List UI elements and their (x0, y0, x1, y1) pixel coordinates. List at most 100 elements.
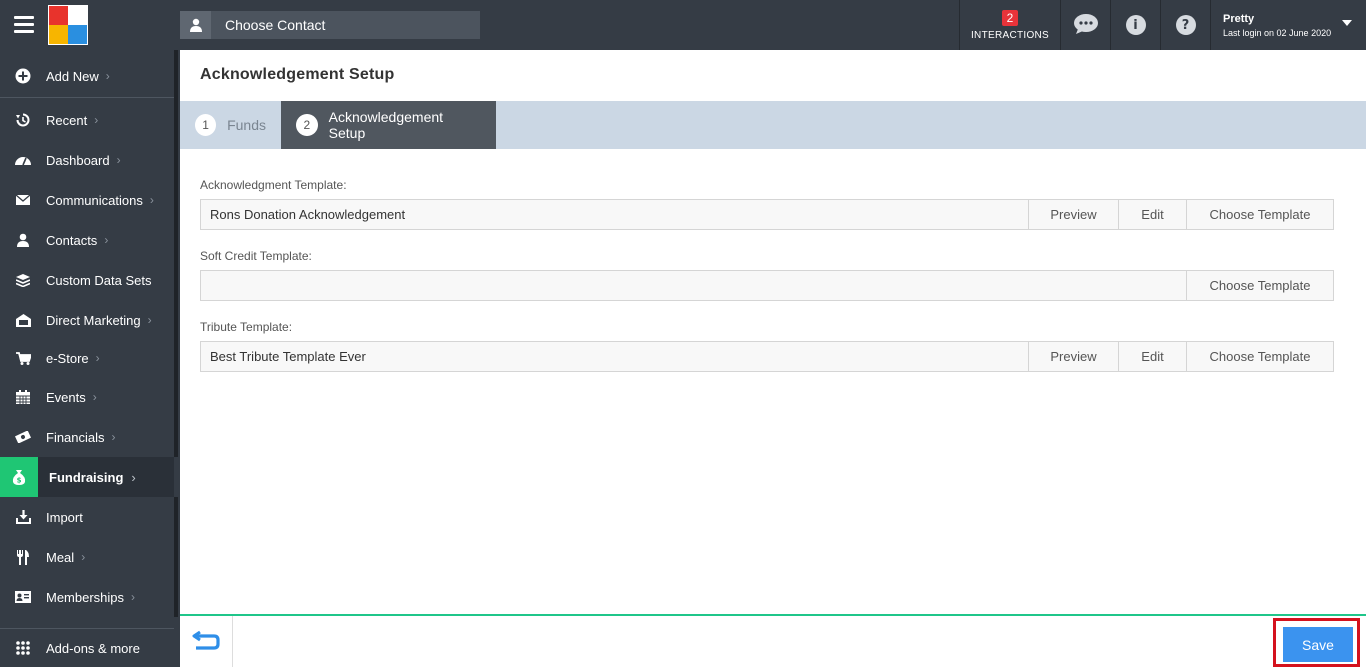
interactions-label: INTERACTIONS (970, 29, 1050, 41)
ack-template-row: Rons Donation Acknowledgement Preview Ed… (200, 199, 1334, 230)
chevron-right-icon: › (111, 430, 116, 444)
user-icon (0, 233, 46, 247)
chat-icon (1073, 13, 1099, 38)
sidebar-item-contacts[interactable]: Contacts › (0, 220, 174, 260)
chevron-right-icon: › (104, 233, 109, 247)
step-acknowledgement-setup[interactable]: 2 Acknowledgement Setup (281, 101, 496, 149)
sidebar-item-add-new[interactable]: Add New › (0, 55, 174, 98)
sidebar-item-events[interactable]: Events › (0, 377, 174, 417)
info-button[interactable]: i (1110, 0, 1160, 50)
user-name: Pretty (1223, 12, 1255, 25)
tribute-template-label: Tribute Template: (200, 320, 293, 334)
sidebar-item-communications[interactable]: Communications › (0, 180, 174, 220)
chevron-right-icon: › (147, 313, 152, 327)
save-button[interactable]: Save (1283, 627, 1353, 662)
layers-icon (0, 273, 46, 287)
top-bar: Choose Contact 2 INTERACTIONS i ? Pretty… (0, 0, 1366, 50)
help-button[interactable]: ? (1160, 0, 1210, 50)
import-icon (0, 510, 46, 524)
sidebar-item-label: Meal (46, 549, 75, 565)
soft-credit-template-value (201, 271, 1186, 300)
sidebar-item-label: Contacts (46, 232, 98, 248)
chevron-right-icon: › (105, 69, 110, 83)
sidebar-item-import[interactable]: Import (0, 497, 174, 537)
step-label: Funds (227, 117, 266, 133)
tribute-edit-button[interactable]: Edit (1118, 342, 1186, 371)
money-bag-icon: $ (0, 457, 38, 497)
sidebar-item-e-store[interactable]: e-Store › (0, 338, 174, 378)
sidebar-item-fundraising[interactable]: $ Fundraising › (0, 457, 180, 497)
cart-icon (0, 351, 46, 365)
money-icon (0, 431, 46, 443)
ack-edit-button[interactable]: Edit (1118, 200, 1186, 229)
chevron-right-icon: › (81, 550, 86, 564)
svg-text:$: $ (17, 476, 22, 484)
sidebar-item-label: Custom Data Sets (46, 272, 152, 288)
soft-credit-template-label: Soft Credit Template: (200, 249, 312, 263)
interactions-button[interactable]: 2 INTERACTIONS (959, 0, 1060, 50)
wizard-steps: 1 Funds 2 Acknowledgement Setup (180, 101, 1366, 149)
sidebar-item-label: Communications (46, 192, 143, 208)
sidebar-item-dashboard[interactable]: Dashboard › (0, 140, 174, 180)
tribute-choose-template-button[interactable]: Choose Template (1186, 342, 1333, 371)
ack-preview-button[interactable]: Preview (1028, 200, 1118, 229)
sidebar-item-memberships[interactable]: Memberships › (0, 577, 174, 617)
chevron-right-icon: › (131, 469, 136, 485)
chevron-right-icon: › (92, 390, 97, 404)
chevron-right-icon: › (95, 351, 100, 365)
last-login: Last login on 02 June 2020 (1223, 27, 1332, 38)
soft-credit-template-row: Choose Template (200, 270, 1334, 301)
grid-icon (0, 641, 46, 655)
envelope-icon (0, 195, 46, 205)
sidebar-item-addons[interactable]: Add-ons & more (0, 628, 174, 667)
history-icon (0, 113, 46, 127)
user-icon (180, 11, 211, 39)
chevron-right-icon: › (149, 193, 154, 207)
interactions-badge: 2 (1001, 9, 1019, 26)
sidebar-item-label: Add-ons & more (46, 640, 140, 656)
logo[interactable] (48, 5, 88, 45)
sidebar-item-label: Direct Marketing (46, 312, 141, 328)
ack-template-value: Rons Donation Acknowledgement (210, 207, 406, 222)
choose-contact-label: Choose Contact (225, 17, 326, 33)
tribute-preview-button[interactable]: Preview (1028, 342, 1118, 371)
tribute-template-value: Best Tribute Template Ever (210, 349, 366, 364)
info-icon: i (1125, 15, 1146, 35)
chevron-right-icon: › (131, 590, 136, 604)
sidebar-item-recent[interactable]: Recent › (0, 100, 174, 140)
step-funds[interactable]: 1 Funds (180, 101, 281, 149)
sidebar-item-label: Import (46, 509, 83, 525)
tribute-template-row: Best Tribute Template Ever Preview Edit … (200, 341, 1334, 372)
sidebar-item-label: Events (46, 389, 86, 405)
user-menu[interactable]: Pretty Last login on 02 June 2020 (1210, 0, 1366, 50)
sidebar-item-custom-data-sets[interactable]: Custom Data Sets (0, 260, 174, 300)
sidebar-item-label: e-Store (46, 350, 89, 366)
sidebar-item-label: Financials (46, 429, 105, 445)
mailbox-icon (0, 313, 46, 327)
sidebar-item-direct-marketing[interactable]: Direct Marketing › (0, 300, 174, 340)
choose-contact-field[interactable]: Choose Contact (180, 11, 480, 39)
ack-choose-template-button[interactable]: Choose Template (1186, 200, 1333, 229)
ack-template-label: Acknowledgment Template: (200, 178, 347, 192)
chat-button[interactable] (1060, 0, 1110, 50)
page-title: Acknowledgement Setup (200, 66, 395, 83)
sidebar-item-label: Add New (46, 68, 99, 84)
back-arrow-icon (192, 630, 220, 653)
cutlery-icon (0, 549, 46, 565)
sidebar-scrollbar[interactable] (174, 50, 178, 617)
step-number: 1 (195, 114, 217, 136)
soft-credit-choose-template-button[interactable]: Choose Template (1186, 271, 1333, 300)
calendar-icon (0, 390, 46, 404)
dashboard-icon (0, 154, 46, 166)
sidebar-item-label: Memberships (46, 589, 125, 605)
back-button[interactable] (180, 616, 233, 667)
sidebar-item-label: Fundraising (49, 469, 124, 485)
menu-icon[interactable] (14, 16, 34, 34)
caret-down-icon (1342, 20, 1352, 26)
step-number: 2 (296, 114, 318, 136)
step-label: Acknowledgement Setup (328, 109, 444, 141)
sidebar-item-financials[interactable]: Financials › (0, 417, 174, 457)
sidebar-item-meal[interactable]: Meal › (0, 537, 174, 577)
plus-circle-icon (0, 68, 46, 84)
help-icon: ? (1175, 15, 1196, 35)
